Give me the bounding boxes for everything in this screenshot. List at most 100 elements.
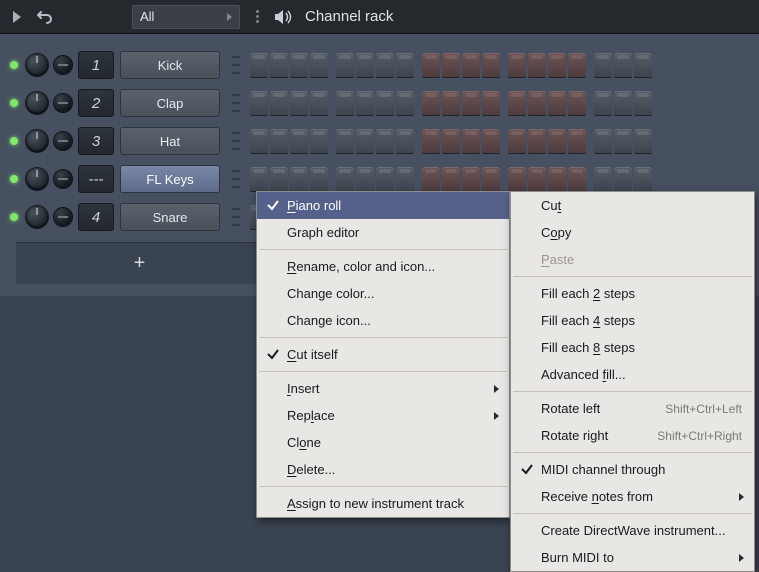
step-button[interactable] bbox=[396, 129, 414, 153]
step-button[interactable] bbox=[508, 167, 526, 191]
menu-item[interactable]: Fill each 2 steps bbox=[511, 280, 754, 307]
menu-item[interactable]: Change color... bbox=[257, 280, 509, 307]
step-button[interactable] bbox=[310, 129, 328, 153]
pan-knob[interactable] bbox=[26, 54, 48, 76]
channel-led[interactable] bbox=[10, 137, 18, 145]
step-button[interactable] bbox=[528, 129, 546, 153]
channel-button[interactable]: Hat bbox=[120, 127, 220, 155]
step-button[interactable] bbox=[356, 53, 374, 77]
grip-icon[interactable] bbox=[232, 129, 240, 153]
step-button[interactable] bbox=[270, 53, 288, 77]
step-button[interactable] bbox=[462, 167, 480, 191]
step-button[interactable] bbox=[614, 53, 632, 77]
step-button[interactable] bbox=[336, 53, 354, 77]
pan-knob[interactable] bbox=[26, 168, 48, 190]
step-button[interactable] bbox=[376, 91, 394, 115]
mute-toggle[interactable] bbox=[54, 208, 72, 226]
step-button[interactable] bbox=[290, 91, 308, 115]
menu-item[interactable]: Cut itself bbox=[257, 341, 509, 368]
step-button[interactable] bbox=[442, 53, 460, 77]
step-button[interactable] bbox=[482, 129, 500, 153]
menu-item[interactable]: Create DirectWave instrument... bbox=[511, 517, 754, 544]
mixer-track-number[interactable]: 2 bbox=[78, 89, 114, 117]
step-button[interactable] bbox=[376, 167, 394, 191]
step-button[interactable] bbox=[462, 91, 480, 115]
mute-toggle[interactable] bbox=[54, 132, 72, 150]
step-button[interactable] bbox=[356, 129, 374, 153]
menu-item[interactable]: Copy bbox=[511, 219, 754, 246]
step-button[interactable] bbox=[528, 167, 546, 191]
step-button[interactable] bbox=[442, 91, 460, 115]
step-button[interactable] bbox=[568, 129, 586, 153]
mixer-track-number[interactable]: 1 bbox=[78, 51, 114, 79]
step-button[interactable] bbox=[356, 167, 374, 191]
channel-led[interactable] bbox=[10, 213, 18, 221]
drag-handle-icon[interactable] bbox=[256, 10, 259, 23]
channel-led[interactable] bbox=[10, 61, 18, 69]
step-button[interactable] bbox=[250, 167, 268, 191]
step-button[interactable] bbox=[356, 91, 374, 115]
step-button[interactable] bbox=[634, 167, 652, 191]
mute-toggle[interactable] bbox=[54, 56, 72, 74]
step-button[interactable] bbox=[422, 91, 440, 115]
channel-button[interactable]: Snare bbox=[120, 203, 220, 231]
step-button[interactable] bbox=[250, 91, 268, 115]
menu-item[interactable]: Fill each 4 steps bbox=[511, 307, 754, 334]
mute-toggle[interactable] bbox=[54, 94, 72, 112]
speaker-icon[interactable] bbox=[273, 8, 293, 26]
menu-item[interactable]: Burn MIDI to bbox=[511, 544, 754, 571]
step-button[interactable] bbox=[310, 53, 328, 77]
grip-icon[interactable] bbox=[232, 91, 240, 115]
step-button[interactable] bbox=[250, 53, 268, 77]
step-button[interactable] bbox=[396, 167, 414, 191]
menu-item[interactable]: Replace bbox=[257, 402, 509, 429]
step-button[interactable] bbox=[508, 129, 526, 153]
step-button[interactable] bbox=[290, 53, 308, 77]
step-button[interactable] bbox=[594, 129, 612, 153]
pan-knob[interactable] bbox=[26, 206, 48, 228]
step-button[interactable] bbox=[482, 91, 500, 115]
step-button[interactable] bbox=[442, 129, 460, 153]
step-button[interactable] bbox=[508, 53, 526, 77]
step-button[interactable] bbox=[336, 129, 354, 153]
step-button[interactable] bbox=[336, 167, 354, 191]
channel-button[interactable]: Kick bbox=[120, 51, 220, 79]
step-button[interactable] bbox=[508, 91, 526, 115]
menu-item[interactable]: Rename, color and icon... bbox=[257, 253, 509, 280]
step-button[interactable] bbox=[462, 129, 480, 153]
channel-led[interactable] bbox=[10, 175, 18, 183]
step-button[interactable] bbox=[568, 53, 586, 77]
step-button[interactable] bbox=[310, 91, 328, 115]
step-button[interactable] bbox=[482, 167, 500, 191]
channel-led[interactable] bbox=[10, 99, 18, 107]
add-channel-button[interactable]: + bbox=[16, 242, 263, 284]
channel-button[interactable]: FL Keys bbox=[120, 165, 220, 193]
step-button[interactable] bbox=[634, 129, 652, 153]
grip-icon[interactable] bbox=[232, 53, 240, 77]
play-button[interactable] bbox=[6, 4, 28, 30]
step-button[interactable] bbox=[250, 129, 268, 153]
step-button[interactable] bbox=[396, 53, 414, 77]
menu-item[interactable]: Fill each 8 steps bbox=[511, 334, 754, 361]
step-button[interactable] bbox=[548, 167, 566, 191]
step-button[interactable] bbox=[376, 129, 394, 153]
step-button[interactable] bbox=[594, 91, 612, 115]
step-button[interactable] bbox=[548, 91, 566, 115]
grip-icon[interactable] bbox=[232, 205, 240, 229]
menu-item[interactable]: MIDI channel through bbox=[511, 456, 754, 483]
step-button[interactable] bbox=[528, 91, 546, 115]
menu-item[interactable]: Piano roll bbox=[257, 192, 509, 219]
step-button[interactable] bbox=[568, 91, 586, 115]
step-button[interactable] bbox=[270, 167, 288, 191]
step-button[interactable] bbox=[270, 91, 288, 115]
menu-item[interactable]: Graph editor bbox=[257, 219, 509, 246]
menu-item[interactable]: Advanced fill... bbox=[511, 361, 754, 388]
menu-item[interactable]: Clone bbox=[257, 429, 509, 456]
mute-toggle[interactable] bbox=[54, 170, 72, 188]
step-button[interactable] bbox=[442, 167, 460, 191]
menu-item[interactable]: Rotate leftShift+Ctrl+Left bbox=[511, 395, 754, 422]
step-button[interactable] bbox=[548, 129, 566, 153]
step-button[interactable] bbox=[614, 91, 632, 115]
step-button[interactable] bbox=[462, 53, 480, 77]
step-button[interactable] bbox=[614, 167, 632, 191]
